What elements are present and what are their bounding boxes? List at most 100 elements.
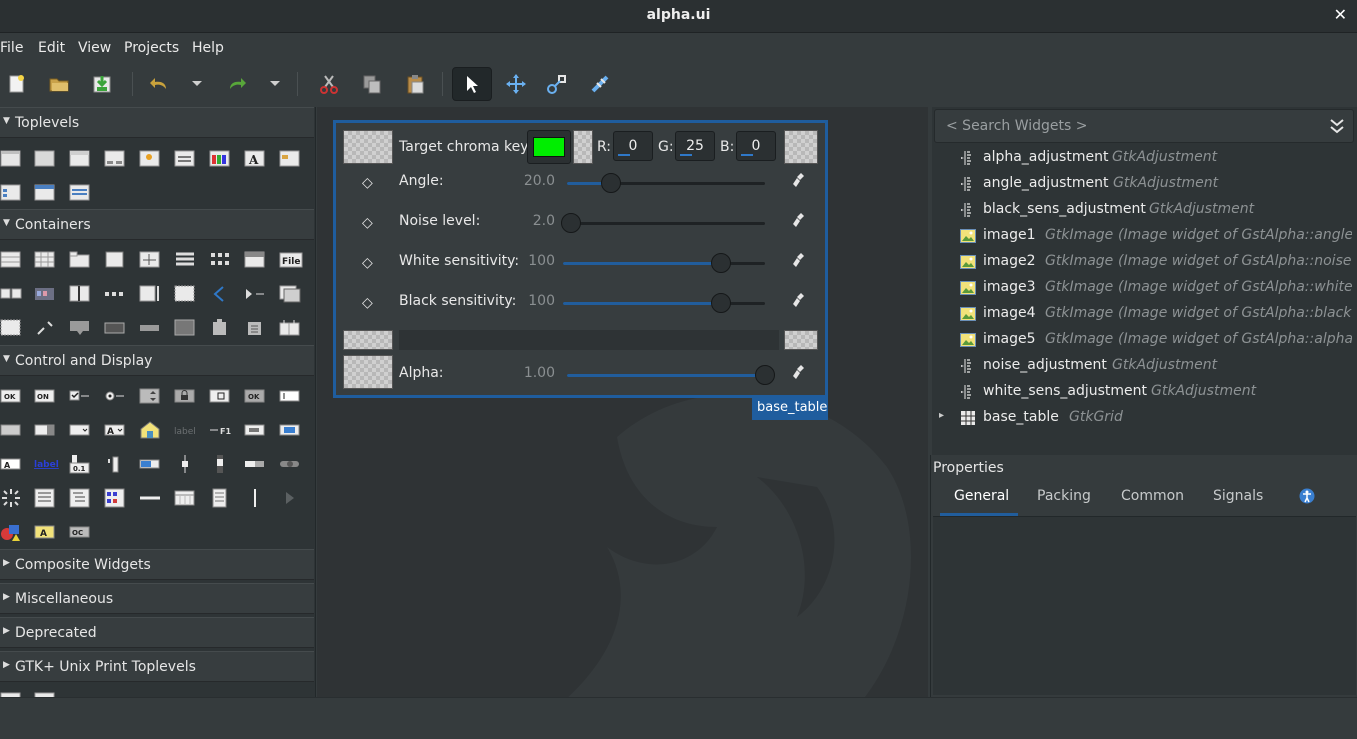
combo-box-text-icon[interactable] (69, 420, 91, 440)
slider-track[interactable] (563, 253, 765, 273)
list-store-icon[interactable] (209, 488, 231, 508)
list-box-icon[interactable] (174, 250, 196, 270)
volume-button-icon[interactable] (104, 454, 126, 474)
tab-packing[interactable]: Packing (1037, 488, 1091, 504)
flow-box-icon[interactable] (209, 250, 231, 270)
g-spin-input[interactable]: 25 (675, 131, 715, 161)
box-widget-icon[interactable] (0, 250, 22, 270)
save-icon[interactable] (86, 68, 118, 100)
link-label-icon[interactable]: label (34, 454, 60, 474)
new-file-icon[interactable] (0, 68, 32, 100)
tab-signals[interactable]: Signals (1213, 488, 1263, 504)
palette-section-composite[interactable]: ▶ Composite Widgets (0, 549, 314, 580)
text-entry-label-icon[interactable]: A (0, 454, 22, 474)
entry-widget-icon[interactable] (279, 386, 301, 406)
viewport-icon[interactable] (174, 284, 196, 304)
menu-help[interactable]: Help (192, 40, 224, 56)
palette-section-toplevels[interactable]: ▼ Toplevels (0, 107, 314, 138)
vertical-scrollbar-icon[interactable] (209, 454, 231, 474)
offscreen-window-icon[interactable] (34, 149, 56, 169)
application-window-icon[interactable] (69, 149, 91, 169)
link-button-icon[interactable]: OK (244, 386, 266, 406)
paned-widget-icon[interactable] (69, 284, 91, 304)
horizontal-separator-icon[interactable] (139, 488, 161, 508)
expand-all-icon[interactable] (1329, 117, 1345, 139)
radio-button-icon[interactable] (104, 386, 126, 406)
filechooser-widget-icon[interactable]: File (279, 250, 303, 270)
color-chooser-dialog-icon[interactable] (209, 149, 231, 169)
app-chooser-button-icon[interactable] (244, 420, 266, 440)
design-canvas[interactable]: Target chroma key: R: 0 G: 25 B: 0 ◇ Angl… (317, 107, 928, 697)
paste-icon[interactable] (399, 68, 431, 100)
vertical-scale-icon[interactable] (174, 454, 196, 474)
search-widgets-input[interactable]: < Search Widgets > (934, 109, 1354, 143)
tree-row[interactable]: image1 GtkImage (Image widget of GstAlpha:… (932, 224, 1357, 250)
palette-section-miscellaneous[interactable]: ▶ Miscellaneous (0, 583, 314, 614)
clear-icon[interactable] (792, 364, 806, 384)
b-spin-input[interactable]: 0 (736, 131, 776, 161)
slider-track[interactable] (563, 293, 765, 313)
tree-row[interactable]: black_sens_adjustment GtkAdjustment (932, 198, 1357, 224)
inspector-icon[interactable] (584, 68, 616, 100)
overlay-widget-icon[interactable] (279, 284, 301, 304)
chroma-color-button[interactable] (527, 130, 571, 164)
app-chooser-dialog-icon[interactable] (69, 183, 91, 203)
header-bar-icon[interactable] (244, 250, 266, 270)
scrolled-window-icon[interactable] (139, 284, 161, 304)
revealer-icon[interactable] (0, 318, 22, 338)
menu-button-icon[interactable] (279, 488, 301, 508)
font-button-icon[interactable]: A (104, 420, 126, 440)
menu-projects[interactable]: Projects (124, 40, 179, 56)
lock-button-icon[interactable] (174, 386, 196, 406)
search-bar-icon[interactable] (104, 318, 126, 338)
base-table-frame[interactable]: Target chroma key: R: 0 G: 25 B: 0 ◇ Angl… (333, 120, 828, 398)
spin-value-icon[interactable]: 0.1 (69, 454, 91, 474)
icon-view-icon[interactable] (104, 488, 126, 508)
image-widget-icon[interactable] (139, 420, 161, 440)
separator-toolitem-icon[interactable] (104, 284, 126, 304)
button-box-icon[interactable] (0, 284, 22, 304)
table-widget-icon[interactable] (279, 318, 301, 338)
tree-row[interactable]: image2 GtkImage (Image widget of GstAlpha:… (932, 250, 1357, 276)
drag-resize-icon[interactable] (500, 68, 532, 100)
tree-row[interactable]: white_sens_adjustment GtkAdjustment (932, 380, 1357, 406)
palette-section-control-display[interactable]: ▼ Control and Display (0, 345, 314, 376)
text-view-icon[interactable] (34, 488, 56, 508)
file-chooser-dialog-icon[interactable] (279, 149, 301, 169)
tree-row[interactable]: image3 GtkImage (Image widget of GstAlpha:… (932, 276, 1357, 302)
align-icon[interactable] (541, 68, 573, 100)
window-widget-icon[interactable] (0, 149, 22, 169)
shortcut-label-icon[interactable]: A (34, 522, 56, 542)
info-bar-icon[interactable] (139, 318, 161, 338)
redo-icon[interactable] (221, 68, 253, 100)
recent-chooser-dialog-icon[interactable] (0, 183, 22, 203)
copy-icon[interactable] (356, 68, 388, 100)
notebook-widget-icon[interactable] (69, 250, 91, 270)
r-spin-input[interactable]: 0 (613, 131, 653, 161)
horizontal-scale-icon[interactable] (279, 454, 301, 474)
alpha-slider[interactable] (567, 365, 775, 385)
expander-widget-icon[interactable] (244, 284, 266, 304)
menu-edit[interactable]: Edit (38, 40, 65, 56)
clear-icon[interactable] (792, 292, 806, 312)
slider-track[interactable] (567, 173, 765, 193)
undo-dropdown-icon[interactable] (183, 68, 211, 100)
message-dialog-icon[interactable] (139, 149, 161, 169)
undo-icon[interactable] (143, 68, 175, 100)
button-widget-icon[interactable]: OK (0, 386, 22, 406)
clear-icon[interactable] (792, 252, 806, 272)
tab-common[interactable]: Common (1121, 488, 1184, 504)
check-button-icon[interactable] (69, 386, 91, 406)
slider-knob[interactable] (560, 213, 581, 233)
spinner-icon[interactable] (0, 488, 22, 508)
scale-button-icon[interactable] (209, 386, 231, 406)
tree-row[interactable]: angle_adjustment GtkAdjustment (932, 172, 1357, 198)
tree-row[interactable]: image4 GtkImage (Image widget of GstAlpha:… (932, 302, 1357, 328)
accel-label-icon[interactable]: F1 (209, 420, 235, 440)
stack-switcher-icon[interactable] (209, 284, 231, 304)
tree-view-icon[interactable] (69, 488, 91, 508)
clear-icon[interactable] (792, 212, 806, 232)
drawing-area-icon[interactable] (0, 522, 22, 542)
toggle-button-icon[interactable]: ON (34, 386, 56, 406)
horizontal-scrollbar-icon[interactable] (244, 454, 266, 474)
